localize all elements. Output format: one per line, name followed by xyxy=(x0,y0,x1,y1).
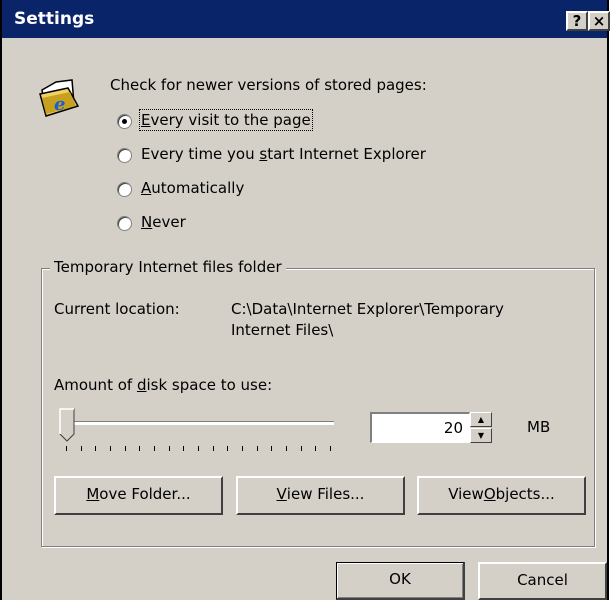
location-label: Current location: xyxy=(54,300,180,318)
slider-tick xyxy=(183,446,185,451)
slider-tick xyxy=(110,446,111,451)
unit-label: MB xyxy=(527,418,551,436)
slider-tick xyxy=(95,446,97,451)
ie-folder-icon: e xyxy=(39,79,80,117)
radio-label[interactable]: Never xyxy=(141,213,186,231)
slider-tick xyxy=(242,446,243,451)
slider-tick xyxy=(212,446,214,451)
radio-button[interactable] xyxy=(117,148,132,163)
slider-tick xyxy=(139,446,141,451)
ok-button[interactable]: OK xyxy=(336,562,465,600)
slider-tick xyxy=(330,446,331,451)
slider-tick xyxy=(80,446,82,451)
spin-up-icon[interactable]: ▲ xyxy=(470,412,492,427)
disk-space-label: Amount of disk space to use: xyxy=(54,376,273,394)
slider-tick xyxy=(168,446,170,451)
window-title: Settings xyxy=(14,9,95,29)
check-heading: Check for newer versions of stored pages… xyxy=(110,76,427,94)
slider-tick xyxy=(124,446,126,451)
slider-track xyxy=(62,421,334,425)
slider-tick xyxy=(66,446,67,451)
slider-tick xyxy=(271,446,273,451)
move-folder-button[interactable]: Move Folder... xyxy=(54,476,223,515)
slider-tick xyxy=(198,446,199,451)
location-path-line1: C:\Data\Internet Explorer\Temporary xyxy=(231,300,504,318)
disk-space-slider-thumb[interactable] xyxy=(59,408,75,442)
slider-tick xyxy=(256,446,258,451)
settings-dialog: Settings ? × e Check for newer versions … xyxy=(0,0,610,600)
disk-space-input[interactable]: 20 xyxy=(370,412,470,443)
slider-tick xyxy=(227,446,229,451)
view-objects-button[interactable]: View Objects... xyxy=(417,476,586,515)
radio-button[interactable] xyxy=(117,216,132,231)
slider-tick xyxy=(154,446,155,451)
location-path-line2: Internet Files\ xyxy=(231,321,334,339)
title-bar[interactable]: Settings ? × xyxy=(2,0,610,38)
radio-button[interactable] xyxy=(117,182,132,197)
disk-space-spinner[interactable]: ▲ ▼ xyxy=(470,412,492,443)
radio-selected-dot xyxy=(122,119,127,124)
radio-button[interactable] xyxy=(117,114,132,129)
slider-tick xyxy=(300,446,302,451)
slider-tick xyxy=(315,446,317,451)
radio-label[interactable]: Every visit to the page xyxy=(139,109,313,131)
radio-label[interactable]: Automatically xyxy=(141,179,244,197)
view-files-button[interactable]: View Files... xyxy=(236,476,405,515)
close-button[interactable]: × xyxy=(588,11,610,31)
cancel-button[interactable]: Cancel xyxy=(478,562,607,600)
spin-down-icon[interactable]: ▼ xyxy=(470,428,492,443)
slider-tick xyxy=(286,446,287,451)
svg-text:e: e xyxy=(54,94,65,115)
help-button[interactable]: ? xyxy=(566,11,588,31)
radio-label[interactable]: Every time you start Internet Explorer xyxy=(141,145,426,163)
temp-files-group-title: Temporary Internet files folder xyxy=(50,258,286,276)
